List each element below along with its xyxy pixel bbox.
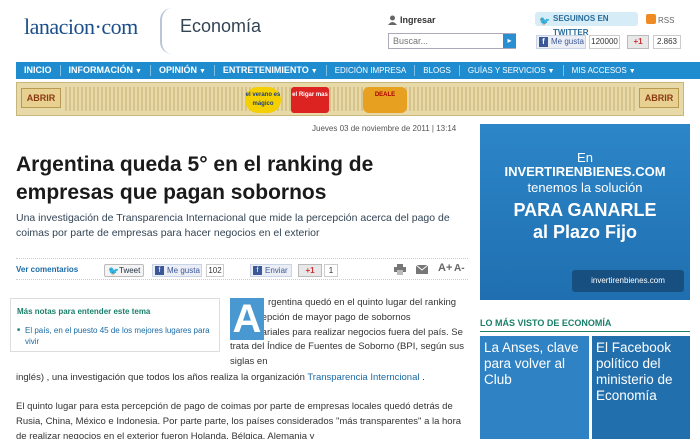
rss-icon <box>646 14 656 24</box>
facebook-like-button[interactable]: f Me gusta <box>536 35 586 49</box>
ad-open-button-right[interactable]: ABRIR <box>639 88 679 108</box>
nav-label: OPINIÓN <box>158 65 197 75</box>
ad-open-button-left[interactable]: ABRIR <box>21 88 61 108</box>
google-plus-button[interactable]: +1 <box>298 264 322 277</box>
ad-banner[interactable]: ABRIR el verano es mágico el Rigar mas D… <box>16 82 684 116</box>
ad-line: tenemos la solución <box>527 180 643 195</box>
facebook-icon: f <box>539 37 548 47</box>
ad-logo-verano: el verano es mágico <box>245 87 281 113</box>
article-body-intro: rgentina quedó en el quinto lugar del ra… <box>230 297 464 368</box>
nav-label: INFORMACIÓN <box>68 65 134 75</box>
article-subhead: Una investigación de Transparencia Inter… <box>16 212 450 239</box>
print-icon[interactable] <box>394 264 406 275</box>
caret-down-icon: ▼ <box>628 68 636 75</box>
login-link[interactable]: Ingresar <box>400 15 436 25</box>
nav-label: ENTRETENIMIENTO <box>222 65 309 75</box>
caret-down-icon: ▼ <box>198 68 206 75</box>
nav-item-guias[interactable]: GUÍAS Y SERVICIOS ▼ <box>460 62 563 79</box>
ad-headline: PARA GANARLE <box>513 200 657 220</box>
search-input[interactable] <box>388 33 516 49</box>
facebook-like-count: 102 <box>206 264 224 277</box>
google-plus-count: 2.863 <box>653 35 681 49</box>
twitter-bird-icon: 🐦 <box>539 16 551 26</box>
send-label: Enviar <box>265 266 288 275</box>
main-nav: INICIO INFORMACIÓN ▼ OPINIÓN ▼ ENTRETENIMI… <box>16 62 700 79</box>
sidebar-ad[interactable]: En INVERTIRENBIENES.COM tenemos la soluc… <box>480 124 690 300</box>
google-plus-count: 1 <box>324 264 338 277</box>
site-header: lanacion·com Economía Ingresar ▸ 🐦 SEGUI… <box>0 0 700 60</box>
email-icon[interactable] <box>416 265 428 274</box>
nav-label: BLOGS <box>423 66 451 75</box>
ad-line: En <box>577 150 593 165</box>
rss-link[interactable]: RSS <box>646 14 674 25</box>
facebook-send-button[interactable]: f Enviar <box>250 264 292 277</box>
ad-headline: al Plazo Fijo <box>532 222 638 242</box>
nav-item-blogs[interactable]: BLOGS <box>415 62 459 79</box>
ad-brand: invertirenbienes.com <box>572 270 684 292</box>
nav-item-opinion[interactable]: OPINIÓN ▼ <box>151 62 214 79</box>
logo-brace-divider <box>160 8 172 54</box>
ad-line: INVERTIRENBIENES.COM <box>504 164 666 179</box>
nav-item-edicion-impresa[interactable]: EDICIÓN IMPRESA <box>327 62 415 79</box>
rss-label: RSS <box>658 16 675 25</box>
twitter-follow-label: SEGUINOS EN TWITTER <box>553 14 609 37</box>
share-bar: Ver comentarios 🐦 Tweet f Me gusta 102 f… <box>16 258 468 280</box>
ad-logo-deale: DEALE <box>363 87 407 113</box>
nav-item-inicio[interactable]: INICIO <box>16 62 60 79</box>
facebook-like-label: Me gusta <box>167 266 200 275</box>
tweet-label: Tweet <box>119 266 141 275</box>
body-text: . <box>419 372 425 383</box>
site-logo[interactable]: lanacion·com <box>24 14 138 40</box>
article-headline: Argentina queda 5° en el ranking de empr… <box>16 153 374 204</box>
nav-label: MIS ACCESOS <box>571 66 627 75</box>
related-notes-title: Más notas para entender este tema <box>17 307 151 316</box>
increase-font-button[interactable]: A+ <box>438 262 452 274</box>
most-viewed-divider <box>480 331 690 332</box>
facebook-icon: f <box>253 266 262 275</box>
view-comments-link[interactable]: Ver comentarios <box>16 264 78 276</box>
most-viewed-card[interactable]: El Facebook político del ministerio de E… <box>592 336 690 439</box>
caret-down-icon: ▼ <box>135 68 142 75</box>
twitter-bird-icon: 🐦 <box>108 266 120 276</box>
tweet-button[interactable]: 🐦 Tweet <box>104 264 144 277</box>
most-viewed-title: LO MÁS VISTO DE ECONOMÍA <box>480 318 612 328</box>
caret-down-icon: ▼ <box>547 68 555 75</box>
body-text: inglés) , una investigación que todos lo… <box>16 372 308 383</box>
article-body-intro-cont: inglés) , una investigación que todos lo… <box>16 371 472 386</box>
nav-label: INICIO <box>24 65 52 75</box>
nav-item-entretenimiento[interactable]: ENTRETENIMIENTO ▼ <box>215 62 326 79</box>
transparencia-link[interactable]: Transparencia Interncional <box>307 372 419 383</box>
facebook-like-count: 120000 <box>589 35 620 49</box>
article-date: Jueves 03 de noviembre de 2011 | 13:14 <box>312 124 457 133</box>
related-notes-box: Más notas para entender este tema El paí… <box>10 298 220 352</box>
related-note-link[interactable]: El país, en el puesto 45 de los mejores … <box>17 325 215 347</box>
drop-cap: A <box>230 298 264 340</box>
nav-label: EDICIÓN IMPRESA <box>334 66 407 75</box>
facebook-like-button[interactable]: f Me gusta <box>152 264 202 277</box>
nav-item-mis-accesos[interactable]: MIS ACCESOS ▼ <box>564 62 644 79</box>
twitter-follow-button[interactable]: 🐦 SEGUINOS EN TWITTER <box>535 12 638 37</box>
ad-background <box>65 87 637 111</box>
ad-logo-rigar: el Rigar mas <box>291 87 329 113</box>
most-viewed-card[interactable]: La Anses, clave para volver al Club <box>480 336 589 439</box>
facebook-icon: f <box>155 266 164 275</box>
article-body-paragraph: El quinto lugar para esta percepción de … <box>16 401 462 439</box>
nav-label: GUÍAS Y SERVICIOS <box>467 66 546 75</box>
search-button[interactable]: ▸ <box>503 34 516 48</box>
decrease-font-button[interactable]: A- <box>454 263 465 275</box>
user-icon <box>388 15 397 25</box>
nav-item-informacion[interactable]: INFORMACIÓN ▼ <box>61 62 150 79</box>
caret-down-icon: ▼ <box>310 68 318 75</box>
google-plus-button[interactable]: +1 <box>627 35 649 49</box>
facebook-like-label: Me gusta <box>551 37 584 46</box>
section-title[interactable]: Economía <box>180 16 261 37</box>
